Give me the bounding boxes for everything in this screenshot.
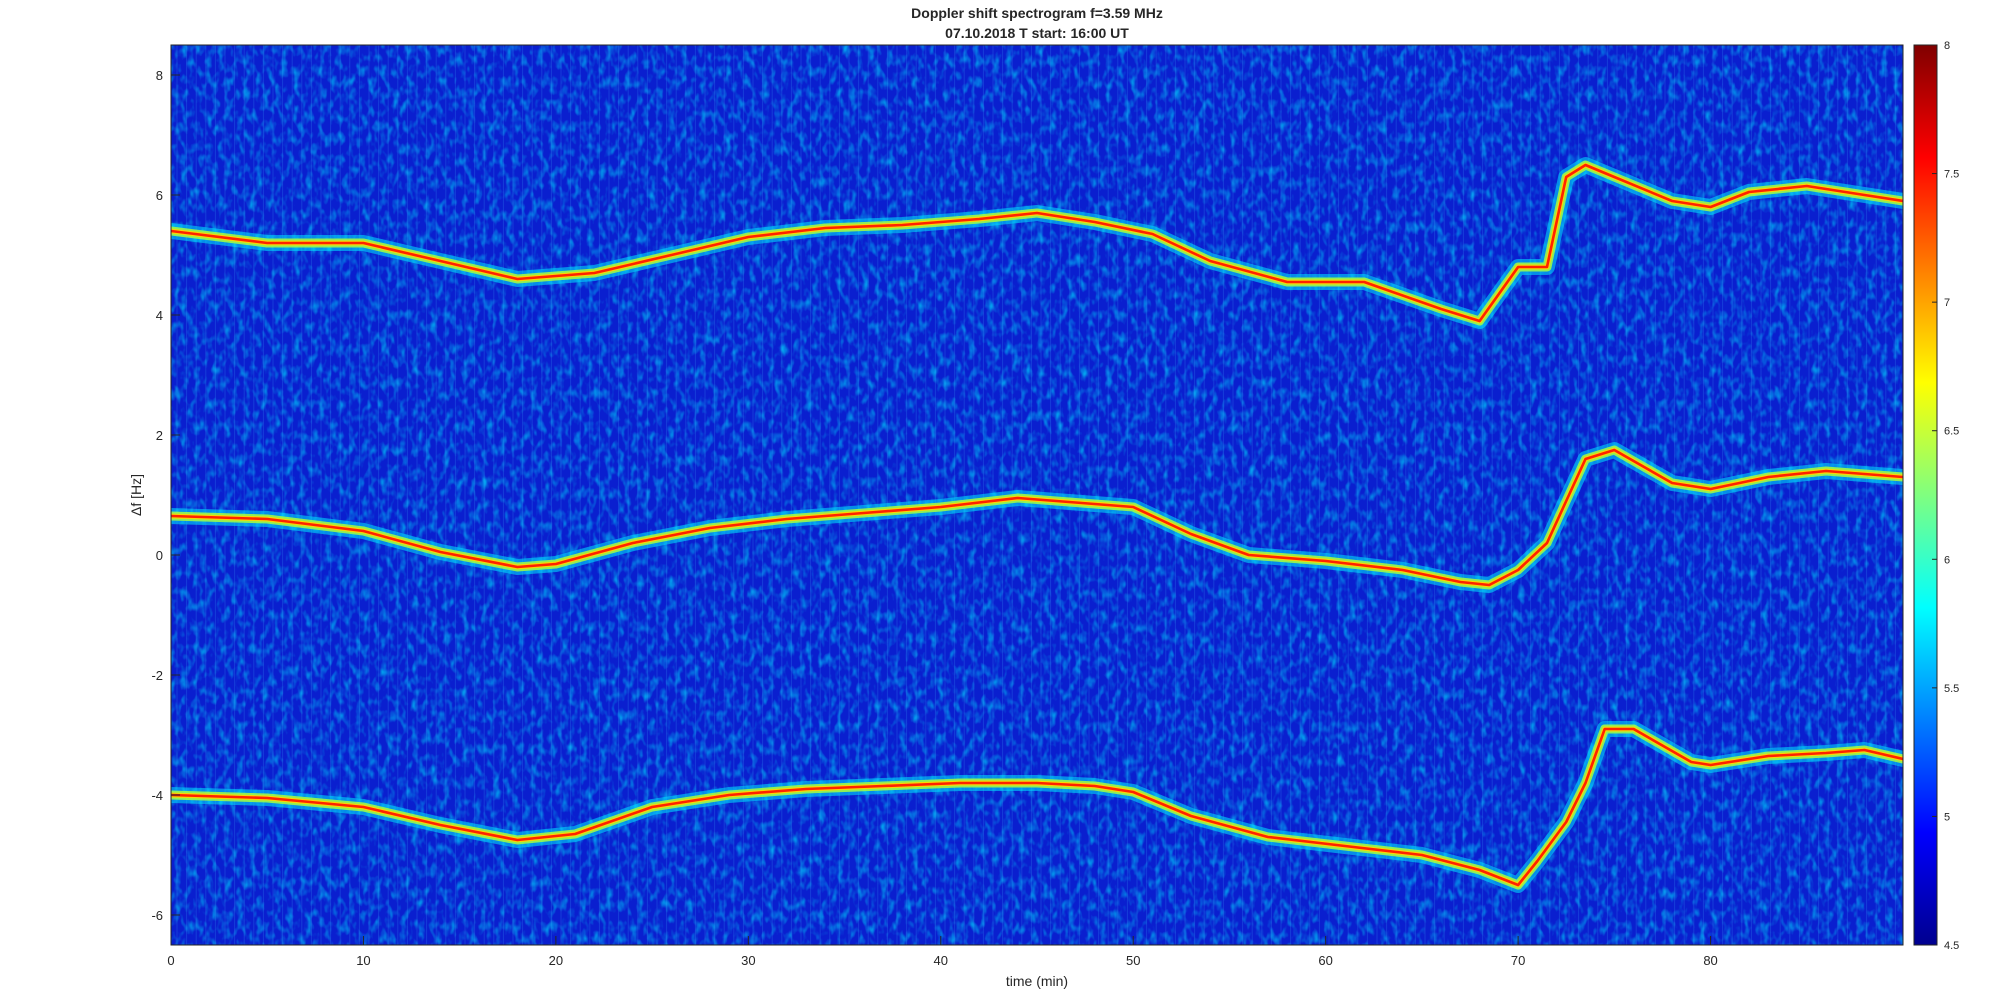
y-tick-label: -6	[151, 908, 163, 923]
y-tick-label: 6	[156, 188, 163, 203]
y-tick-label: -4	[151, 788, 163, 803]
chart-title: Doppler shift spectrogram f=3.59 MHz	[911, 5, 1163, 21]
colorbar-tick-label: 6.5	[1944, 426, 1959, 438]
y-tick-label: 8	[156, 68, 163, 83]
y-tick-label: 0	[156, 548, 163, 563]
y-axis-label: Δf [Hz]	[128, 474, 144, 516]
y-tick-label: 4	[156, 308, 163, 323]
spectrogram-figure: Doppler shift spectrogram f=3.59 MHz 07.…	[128, 5, 1959, 989]
x-tick-label: 70	[1511, 953, 1525, 968]
colorbar-tick-label: 8	[1944, 40, 1950, 52]
x-tick-label: 30	[741, 953, 755, 968]
x-tick-label: 10	[356, 953, 370, 968]
colorbar-tick-label: 4.5	[1944, 940, 1959, 952]
x-tick-label: 80	[1703, 953, 1717, 968]
y-tick-label: 2	[156, 428, 163, 443]
x-tick-label: 50	[1126, 953, 1140, 968]
x-tick-label: 0	[167, 953, 174, 968]
colorbar-tick-label: 6	[1944, 554, 1950, 566]
plot-area	[171, 45, 1903, 945]
x-tick-label: 40	[934, 953, 948, 968]
x-tick-label: 20	[549, 953, 563, 968]
colorbar-tick-label: 5	[1944, 811, 1950, 823]
x-axis-label: time (min)	[1006, 973, 1068, 989]
colorbar	[1913, 44, 1938, 946]
colorbar-tick-label: 7	[1944, 297, 1950, 309]
colorbar-tick-label: 7.5	[1944, 169, 1959, 181]
y-tick-label: -2	[151, 668, 163, 683]
colorbar-tick-label: 5.5	[1944, 683, 1959, 695]
chart-subtitle: 07.10.2018 T start: 16:00 UT	[945, 25, 1129, 41]
x-tick-label: 60	[1318, 953, 1332, 968]
